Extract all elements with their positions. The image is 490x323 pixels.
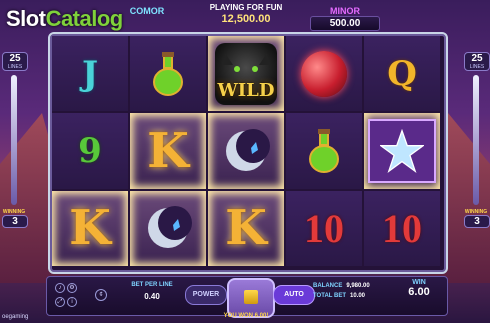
- autoplay-button[interactable]: AUTO: [273, 285, 315, 305]
- major-jackpot: COMOR: [112, 6, 182, 16]
- lines-caption-left: LINES: [7, 64, 23, 70]
- minor-jackpot-value: 500.00: [310, 16, 380, 31]
- reel-cell: [130, 190, 206, 266]
- reel-cell: 9: [52, 113, 128, 189]
- settings-icon[interactable]: ⚙: [67, 283, 77, 293]
- lines-indicator-right: 25 LINES WINNING 3: [464, 52, 490, 262]
- watermark-text-1: Slot: [6, 6, 46, 31]
- reel-cell: K: [130, 113, 206, 189]
- reel-grid: J WILD Q 9 K K K 10 10: [52, 36, 440, 266]
- win-label: WIN: [412, 279, 426, 286]
- reel-cell: WILD: [208, 36, 284, 112]
- red-orb-icon: [301, 50, 347, 97]
- win-value: 6.00: [408, 286, 430, 298]
- reel-cell: Q: [364, 36, 440, 112]
- reel-cell: [130, 36, 206, 112]
- winning-count-left: 3: [12, 216, 18, 227]
- winning-count-right: 3: [474, 216, 480, 227]
- power-button[interactable]: POWER: [185, 285, 227, 305]
- minor-jackpot: MINOR 500.00: [310, 6, 380, 31]
- reel-cell: [286, 36, 362, 112]
- bet-per-line-label: BET PER LINE: [131, 282, 173, 288]
- major-jackpot-label: COMOR: [129, 6, 165, 16]
- line-bar-left: [11, 75, 17, 205]
- reel-cell: 10: [286, 190, 362, 266]
- sound-icon[interactable]: ♪: [55, 283, 65, 293]
- symbol-j: J: [81, 53, 99, 94]
- bet-per-line[interactable]: BET PER LINE 0.40: [127, 282, 177, 301]
- winning-caption-right: WINNING: [464, 209, 488, 215]
- lines-badge-right: 25 LINES: [464, 52, 490, 71]
- fun-mode-balance: 12,500.00: [221, 13, 271, 25]
- watermark-logo: SlotCatalog: [6, 6, 123, 32]
- symbol-10: 10: [382, 205, 422, 251]
- win-panel: WIN 6.00: [397, 279, 441, 298]
- fun-mode-label: PLAYING FOR FUN: [209, 3, 283, 12]
- fullscreen-icon[interactable]: ⤢: [55, 297, 65, 307]
- reel-cell: K: [208, 190, 284, 266]
- panther-wild-icon: WILD: [215, 42, 277, 105]
- potion-icon: [153, 51, 183, 96]
- moon-icon: [148, 206, 192, 249]
- symbol-k: K: [69, 200, 111, 257]
- winning-caption-left: WINNING: [2, 209, 26, 215]
- symbol-10: 10: [304, 205, 344, 251]
- info-icon[interactable]: i: [67, 297, 77, 307]
- balance-label: BALANCE: [313, 283, 343, 289]
- reel-cell: [364, 113, 440, 189]
- spin-button[interactable]: [227, 278, 275, 318]
- symbol-9: 9: [78, 130, 102, 171]
- moon-icon: [226, 128, 270, 171]
- symbol-k: K: [147, 122, 189, 179]
- symbol-k: K: [225, 200, 267, 257]
- lines-caption-right: LINES: [469, 64, 485, 70]
- minor-jackpot-label: MINOR: [330, 6, 360, 16]
- symbol-q: Q: [387, 53, 417, 94]
- balance-value: 9,980.00: [346, 283, 370, 289]
- lines-badge-left: 25 LINES: [2, 52, 28, 71]
- potion-icon: [309, 128, 339, 173]
- provider-logo: oegaming: [2, 314, 29, 320]
- star-icon: [368, 118, 436, 183]
- lines-count-right: 25: [471, 53, 483, 64]
- reel-cell: [286, 113, 362, 189]
- lines-indicator-left: 25 LINES WINNING 3: [2, 52, 28, 262]
- winning-badge-left: 3: [2, 215, 28, 228]
- winning-badge-right: 3: [464, 215, 490, 228]
- lines-count-left: 25: [9, 53, 21, 64]
- reel-cell: J: [52, 36, 128, 112]
- win-message: YOU WON 6.00!: [223, 313, 269, 319]
- fun-mode-panel: PLAYING FOR FUN 12,500.00: [196, 3, 296, 25]
- control-bar: ♪ ⚙ ⤢ i ¢ BET PER LINE 0.40 POWER AUTO B…: [46, 276, 448, 318]
- reel-cell: 10: [364, 190, 440, 266]
- wild-label: WILD: [217, 79, 275, 101]
- balance-panel: BALANCE 9,980.00 TOTAL BET 10.00: [313, 283, 370, 303]
- bet-per-line-value: 0.40: [144, 292, 160, 301]
- line-bar-right: [473, 75, 479, 205]
- total-bet-value: 10.00: [350, 293, 366, 299]
- reel-cell: [208, 113, 284, 189]
- total-bet-label: TOTAL BET: [313, 293, 346, 299]
- coin-icon[interactable]: ¢: [95, 289, 107, 301]
- reel-cell: K: [52, 190, 128, 266]
- stop-icon: [244, 290, 258, 305]
